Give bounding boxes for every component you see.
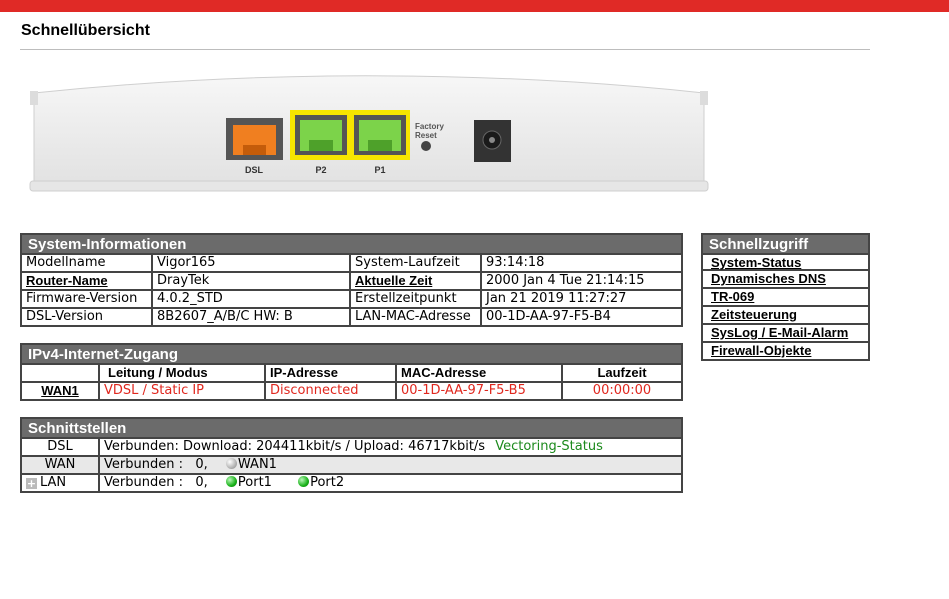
vectoring-status-link[interactable]: Vectoring-Status <box>495 439 603 454</box>
expand-icon[interactable]: + <box>26 478 37 489</box>
quick-link-firewall-objects[interactable]: Firewall-Objekte <box>701 343 870 361</box>
wan1-mac: 00-1D-AA-97-F5-B5 <box>395 381 563 401</box>
current-time-value: 2000 Jan 4 Tue 21:14:15 <box>480 271 683 291</box>
wan1-link[interactable]: WAN1 <box>41 383 79 398</box>
status-dot-icon <box>225 458 237 469</box>
wan1-port-label: WAN1 <box>237 457 277 472</box>
quick-access-title: Schnellzugriff <box>701 233 870 253</box>
table-row: + LAN Verbunden : 0, Port1 Port2 <box>20 473 683 493</box>
lan-mac-key: LAN-MAC-Adresse <box>349 307 482 327</box>
interfaces-panel: Schnittstellen DSL Verbunden: Download: … <box>20 417 683 493</box>
factory-reset-label: Factory <box>415 122 444 131</box>
col-header-uptime: Laufzeit <box>561 363 683 383</box>
router-name-link[interactable]: Router-Name <box>26 273 108 288</box>
wan1-uptime: 00:00:00 <box>561 381 683 401</box>
table-row: Modellname Vigor165 System-Laufzeit 93:1… <box>20 253 683 273</box>
table-row: DSL-Version 8B2607_A/B/C HW: B LAN-MAC-A… <box>20 307 683 327</box>
factory-reset-button <box>421 141 431 151</box>
lan-interface-status: Verbunden : 0, <box>104 475 208 490</box>
system-uptime-value: 93:14:18 <box>480 253 683 273</box>
table-header-row: Leitung / Modus IP-Adresse MAC-Adresse L… <box>20 363 683 383</box>
quick-link-system-status[interactable]: System-Status <box>701 253 870 271</box>
dsl-interface-status: Verbunden: Download: 204411kbit/s / Uplo… <box>104 439 486 454</box>
quick-link-scheduling[interactable]: Zeitsteuerung <box>701 307 870 325</box>
col-header-mac: MAC-Adresse <box>395 363 563 383</box>
model-name-value: Vigor165 <box>151 253 351 273</box>
interfaces-table: DSL Verbunden: Download: 204411kbit/s / … <box>20 437 683 493</box>
dsl-port <box>226 118 283 160</box>
quick-link-syslog[interactable]: SysLog / E-Mail-Alarm <box>701 325 870 343</box>
table-row: DSL Verbunden: Download: 204411kbit/s / … <box>20 437 683 457</box>
p2-port <box>295 115 347 155</box>
current-time-link[interactable]: Aktuelle Zeit <box>355 273 432 288</box>
dsl-version-value: 8B2607_A/B/C HW: B <box>151 307 351 327</box>
factory-reset-label-2: Reset <box>415 131 437 140</box>
port2-label: Port2 <box>310 475 345 490</box>
dsl-version-key: DSL-Version <box>20 307 153 327</box>
p1-port <box>354 115 406 155</box>
ipv4-access-panel: IPv4-Internet-Zugang Leitung / Modus IP-… <box>20 343 683 401</box>
dsl-port-label: DSL <box>245 165 264 175</box>
col-header-ip: IP-Adresse <box>264 363 397 383</box>
firmware-version-value: 4.0.2_STD <box>151 289 351 309</box>
wan-interface-status: Verbunden : 0, <box>104 457 208 472</box>
table-row: WAN1 VDSL / Static IP Disconnected 00-1D… <box>20 381 683 401</box>
firmware-version-key: Firmware-Version <box>20 289 153 309</box>
interfaces-title: Schnittstellen <box>20 417 683 437</box>
status-dot-icon <box>298 476 310 487</box>
table-row: WAN Verbunden : 0, WAN1 <box>20 455 683 475</box>
table-row: Firmware-Version 4.0.2_STD Erstellzeitpu… <box>20 289 683 309</box>
lan-interface-label: LAN <box>40 475 67 490</box>
quick-link-dynamic-dns[interactable]: Dynamisches DNS <box>701 271 870 289</box>
router-name-value: DrayTek <box>151 271 351 291</box>
quick-access-panel: Schnellzugriff System-Status Dynamisches… <box>701 233 870 361</box>
build-date-value: Jan 21 2019 11:27:27 <box>480 289 683 309</box>
wan1-ip-status: Disconnected <box>264 381 397 401</box>
port1-label: Port1 <box>237 475 272 490</box>
ipv4-access-title: IPv4-Internet-Zugang <box>20 343 683 363</box>
system-info-panel: System-Informationen Modellname Vigor165… <box>20 233 683 327</box>
model-name-key: Modellname <box>20 253 153 273</box>
status-dot-icon <box>225 476 237 487</box>
page-title: Schnellübersicht <box>21 22 150 39</box>
lan-mac-value: 00-1D-AA-97-F5-B4 <box>480 307 683 327</box>
p2-port-label: P2 <box>315 165 326 175</box>
router-device-image: DSL P2 P1 Factory Reset <box>29 75 709 192</box>
col-header-mode: Leitung / Modus <box>98 363 266 383</box>
title-divider <box>20 49 870 50</box>
system-uptime-key: System-Laufzeit <box>349 253 482 273</box>
power-jack <box>474 120 511 162</box>
system-info-title: System-Informationen <box>20 233 683 253</box>
table-row: Router-Name DrayTek Aktuelle Zeit 2000 J… <box>20 271 683 291</box>
ipv4-access-table: Leitung / Modus IP-Adresse MAC-Adresse L… <box>20 363 683 401</box>
top-brand-bar <box>0 0 949 12</box>
wan-interface-label: WAN <box>20 455 100 475</box>
dsl-interface-label: DSL <box>20 437 100 457</box>
build-date-key: Erstellzeitpunkt <box>349 289 482 309</box>
quick-link-tr069[interactable]: TR-069 <box>701 289 870 307</box>
wan1-mode: VDSL / Static IP <box>98 381 266 401</box>
system-info-table: Modellname Vigor165 System-Laufzeit 93:1… <box>20 253 683 327</box>
p1-port-label: P1 <box>374 165 385 175</box>
